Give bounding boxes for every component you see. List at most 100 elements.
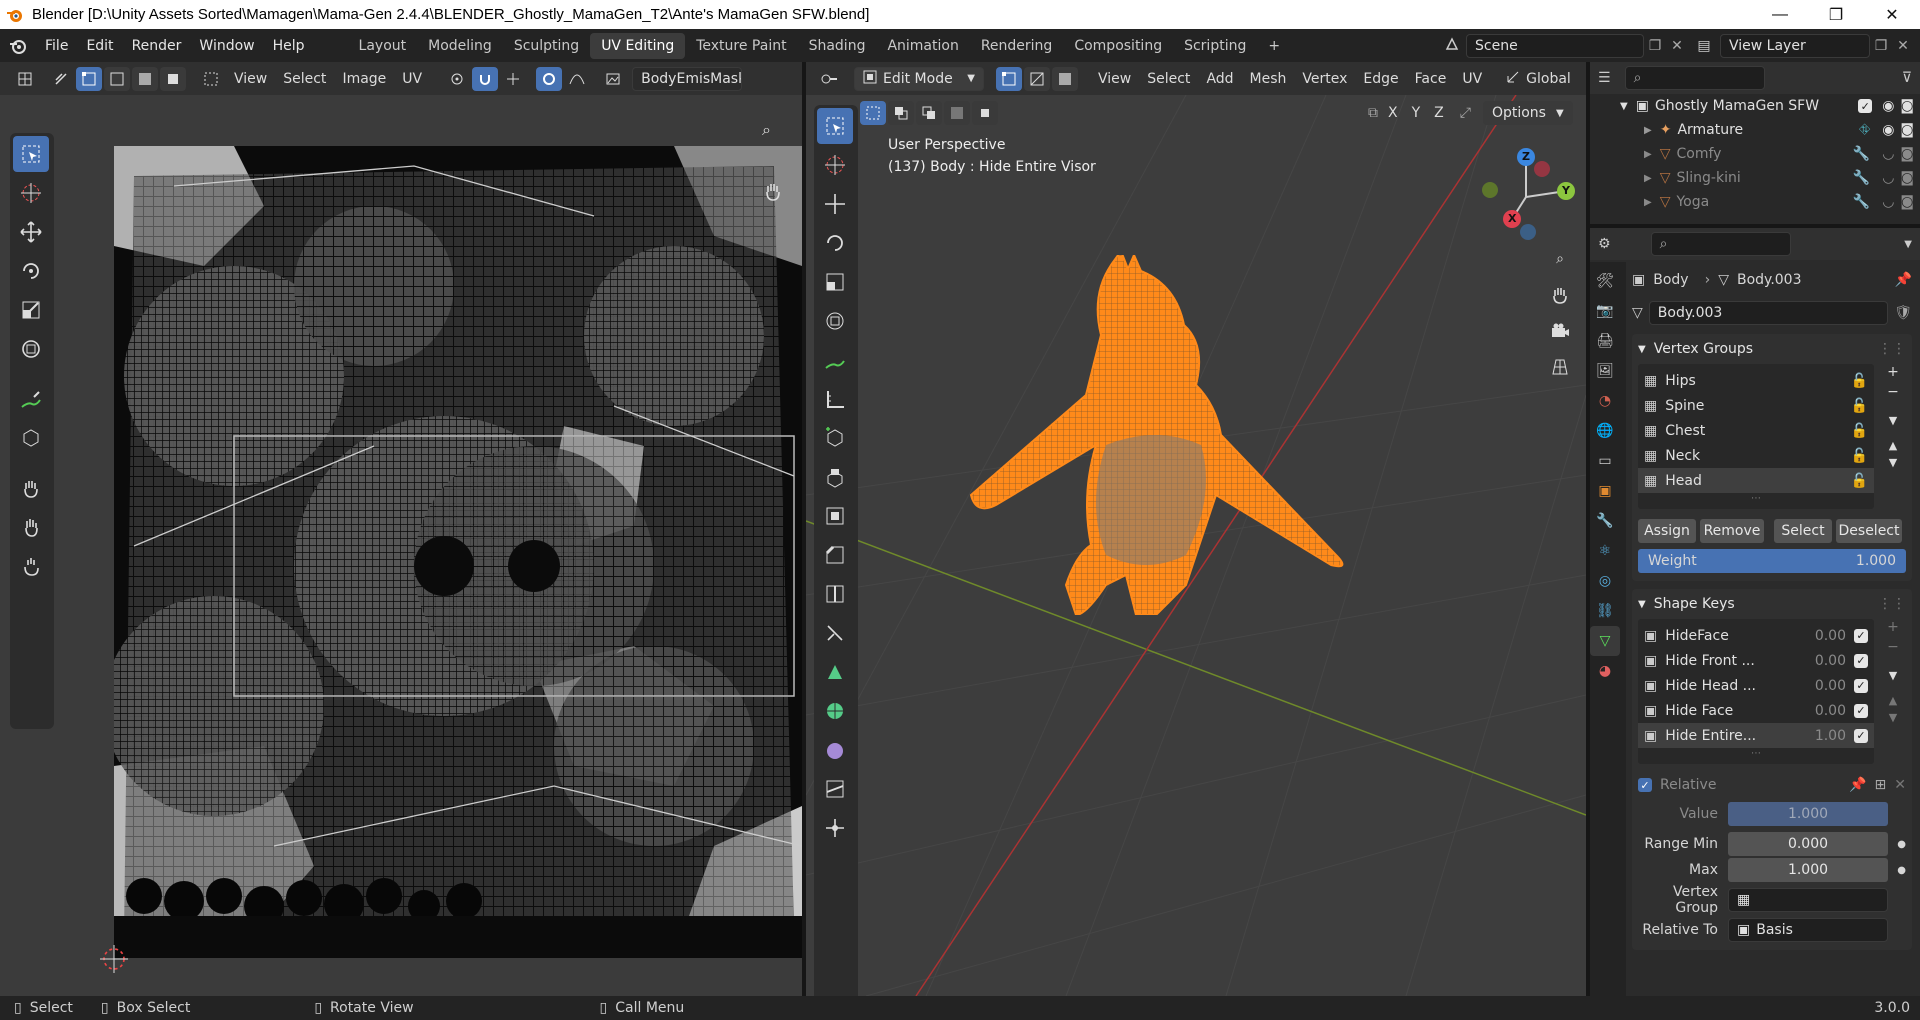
yoga-render-icon[interactable]: ◙ [1900,194,1914,210]
vertex-group-add-button[interactable]: + [1887,364,1899,380]
uv-zoom-icon[interactable]: ⌕ [762,120,788,140]
particles-tab-icon[interactable]: ⚛ [1590,536,1620,566]
world-tab-icon[interactable]: 🌐 [1590,416,1620,446]
mesh-character[interactable] [956,255,1356,615]
uv-menu-view[interactable]: View [226,67,275,91]
shape-key-mute-checkbox[interactable]: ✓ [1854,678,1868,693]
snap-icon[interactable] [472,66,499,91]
view-layer-copy-icon[interactable]: ❐ [1870,38,1892,54]
range-min-field[interactable]: 0.000 [1728,832,1888,856]
uv-vertex-select-icon[interactable] [76,66,102,91]
tab-layout[interactable]: Layout [348,33,418,59]
vertex-group-field[interactable]: ▦ [1728,888,1888,912]
vertex-group-spine[interactable]: ▦ Spine 🔓 [1638,393,1874,418]
vp-menu-view[interactable]: View [1090,67,1139,91]
select-box-tool-icon[interactable] [13,136,49,172]
shape-key-mute-checkbox[interactable]: ✓ [1854,628,1868,643]
shape-key-row[interactable]: ▣ Hide Front ... 0.00 ✓ [1638,648,1874,673]
editor-type-icon[interactable] [12,67,38,91]
uv-face-select-icon[interactable] [132,66,158,91]
vp-select-box-tool-icon[interactable] [817,108,853,144]
vertex-group-lock-icon[interactable]: 🔓 [1851,448,1868,464]
mirror-z[interactable]: Z [1430,101,1448,125]
comfy-expand-icon[interactable]: ▶ [1644,149,1652,160]
max-field[interactable]: 1.000 [1728,858,1888,882]
vp-menu-select[interactable]: Select [1139,67,1198,91]
armature-expand-icon[interactable]: ▶ [1644,125,1652,136]
tab-rendering[interactable]: Rendering [970,33,1064,59]
mirror-x[interactable]: X [1384,101,1402,125]
menu-help[interactable]: Help [264,29,314,62]
vp-extrude-tool-icon[interactable] [817,459,853,495]
navigation-gizmo[interactable]: Y X Z [1476,147,1576,247]
sticky-select-icon[interactable] [198,67,224,91]
modifier-tab-icon[interactable]: 🔧 [1590,506,1620,536]
collection-visibility-icon[interactable]: ◉ [1882,98,1894,114]
shape-key-row[interactable]: ▣ Hide Head ... 0.00 ✓ [1638,673,1874,698]
vertex-group-chest[interactable]: ▦ Chest 🔓 [1638,418,1874,443]
shape-key-mute-checkbox[interactable]: ✓ [1854,703,1868,718]
data-tab-icon[interactable]: ▽ [1590,626,1620,656]
auto-merge-icon[interactable]: ⤢ [1460,105,1471,121]
vp-inset-tool-icon[interactable] [817,498,853,534]
material-tab-icon[interactable]: ◕ [1590,656,1620,686]
uv-pan-icon[interactable] [762,180,788,206]
shape-key-mute-checkbox[interactable]: ✓ [1854,728,1868,743]
shape-key-move-up-icon[interactable]: ▲ [1889,694,1897,707]
shape-key-remove-button[interactable]: − [1887,639,1899,655]
vp-transform-tool-icon[interactable] [817,303,853,339]
constraints-tab-icon[interactable]: ⛓ [1590,596,1620,626]
shape-key-edit-mode-icon[interactable]: ⊞ [1875,777,1887,793]
tab-modeling[interactable]: Modeling [417,33,503,59]
range-min-key-icon[interactable]: ● [1888,839,1906,850]
vertex-select-icon[interactable] [996,66,1022,91]
tool-tab-icon[interactable]: 🛠 [1590,266,1620,296]
shape-key-value[interactable]: 0.00 [1815,653,1846,669]
select-extend-icon[interactable] [888,101,914,125]
vp-shrink-tool-icon[interactable] [817,810,853,846]
uv-sync-icon[interactable] [48,67,74,91]
pinch-tool-icon[interactable] [13,548,49,584]
select-invert-icon[interactable] [944,101,970,125]
outliner-row-yoga[interactable]: ▶ ▽ Yoga 🔧 ◡ ◙ [1590,190,1920,214]
collection-render-icon[interactable]: ◙ [1900,98,1914,114]
uv-menu-image[interactable]: Image [334,67,394,91]
assign-button[interactable]: Assign [1638,519,1696,543]
shape-key-mute-checkbox[interactable]: ✓ [1854,653,1868,668]
vertex-group-hips[interactable]: ▦ Hips 🔓 [1638,368,1874,393]
select-new-icon[interactable] [860,101,886,125]
transform-tool-icon[interactable] [13,331,49,367]
minimize-button[interactable]: — [1752,0,1808,29]
vertex-group-lock-icon[interactable]: 🔓 [1851,473,1868,489]
shape-key-pin-icon[interactable]: 📌 [1849,777,1866,793]
scale-tool-icon[interactable] [13,292,49,328]
mesh-name-field[interactable]: Body.003 [1648,301,1889,325]
vertex-group-remove-button[interactable]: − [1887,384,1899,400]
armature-render-icon[interactable]: ◙ [1900,122,1914,138]
vp-scale-tool-icon[interactable] [817,264,853,300]
zoom-icon[interactable]: ⌕ [1546,245,1574,273]
shape-key-add-button[interactable]: + [1887,619,1899,635]
vp-poly-build-tool-icon[interactable] [817,654,853,690]
vp-menu-vertex[interactable]: Vertex [1294,67,1355,91]
outliner-row-comfy[interactable]: ▶ ▽ Comfy 🔧 ◡ ◙ [1590,142,1920,166]
tab-texture-paint[interactable]: Texture Paint [685,33,797,59]
vp-bevel-tool-icon[interactable] [817,537,853,573]
vp-annotate-tool-icon[interactable] [817,342,853,378]
vp-cursor-tool-icon[interactable] [817,147,853,183]
mirror-icon[interactable]: ⧉ [1368,105,1378,121]
outliner-row-armature[interactable]: ▶ ✦ Armature ⛗ ◉ ◙ [1590,118,1920,142]
select-button[interactable]: Select [1774,519,1832,543]
shape-key-move-down-icon[interactable]: ▼ [1889,711,1897,724]
sling-kini-hidden-icon[interactable]: ◡ [1882,170,1894,186]
outliner-collection-row[interactable]: ▼ ▣ Ghostly MamaGen SFW ✓ ◉ ◙ [1590,94,1920,118]
tab-uv-editing[interactable]: UV Editing [590,32,686,59]
vertex-group-move-down-icon[interactable]: ▼ [1889,456,1897,469]
comfy-hidden-icon[interactable]: ◡ [1882,146,1894,162]
outliner-editor-icon[interactable]: ☰ [1598,70,1611,86]
menu-edit[interactable]: Edit [77,29,122,62]
image-name-field[interactable]: BodyEmisMask.p [632,66,743,91]
vp-menu-edge[interactable]: Edge [1355,67,1406,91]
collection-expand-icon[interactable]: ▼ [1620,101,1628,112]
vertex-group-lock-icon[interactable]: 🔓 [1851,423,1868,439]
